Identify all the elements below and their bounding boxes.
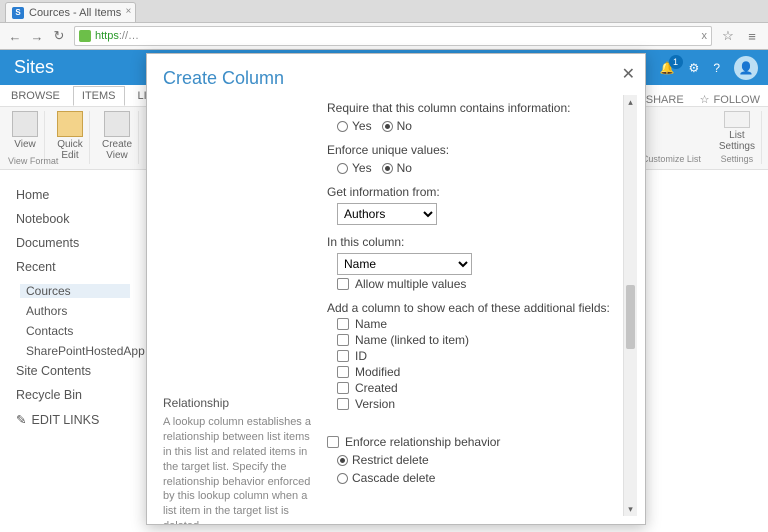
suite-right: 🔔 1 ⚙ ? 👤 [660,56,758,80]
nav-site-contents[interactable]: Site Contents [16,364,130,378]
tab-title: Cources - All Items [29,7,121,19]
nav-notebook[interactable]: Notebook [16,212,130,226]
nav-recycle[interactable]: Recycle Bin [16,388,130,402]
person-icon: 👤 [739,61,754,75]
nav-home[interactable]: Home [16,188,130,202]
scroll-up-icon[interactable]: ▴ [624,95,637,109]
require-info-label: Require that this column contains inform… [327,101,623,115]
nav-sphosted[interactable]: SharePointHostedApp [26,344,130,358]
new-tab-button[interactable] [140,4,154,18]
page-actions: ↗ SHARE ☆ FOLLOW [633,93,768,106]
nav-contacts[interactable]: Contacts [26,324,130,338]
field-version-checkbox[interactable] [337,398,349,410]
notification-count: 1 [669,55,683,69]
nav-documents[interactable]: Documents [16,236,130,250]
scroll-thumb[interactable] [626,285,635,349]
follow-button[interactable]: FOLLOW [714,94,760,106]
avatar[interactable]: 👤 [734,56,758,80]
left-nav: Home Notebook Documents Recent Cources A… [0,170,140,532]
suite-brand: Sites [14,57,54,78]
ribbon-tab-browse[interactable]: BROWSE [2,86,69,106]
follow-star-icon: ☆ [700,93,710,106]
lock-icon [79,30,91,42]
cascade-delete-radio[interactable]: Cascade delete [337,471,435,485]
forward-button[interactable]: → [30,29,44,44]
relationship-body: A lookup column establishes a relationsh… [163,415,313,524]
chrome-menu-icon[interactable]: ≡ [744,29,760,44]
dialog-close-button[interactable]: ✕ [622,64,635,84]
browser-tabstrip: S Cources - All Items × [0,0,768,22]
require-yes-radio[interactable]: Yes [337,119,372,133]
get-info-label: Get information from: [327,185,623,199]
quick-edit-icon [57,111,83,137]
close-tab-icon[interactable]: × [125,6,131,17]
ribbon-create-view[interactable]: Create View [96,111,139,164]
unique-no-radio[interactable]: No [382,161,412,175]
create-column-dialog: Create Column ✕ Relationship A lookup co… [146,53,646,525]
relationship-heading: Relationship [163,395,313,411]
field-created-checkbox[interactable] [337,382,349,394]
ribbon-customize-list: Customize List [636,111,707,164]
in-column-label: In this column: [327,235,623,249]
reload-button[interactable]: ↻ [52,28,66,44]
enforce-unique-label: Enforce unique values: [327,143,623,157]
enforce-relationship-checkbox[interactable] [327,436,339,448]
grid-icon [12,111,38,137]
list-settings-icon [724,111,750,128]
favicon-sharepoint-icon: S [12,7,24,19]
field-name-linked-checkbox[interactable] [337,334,349,346]
restrict-delete-radio[interactable]: Restrict delete [337,453,429,467]
settings-gear-icon[interactable]: ⚙ [689,61,700,75]
back-button[interactable]: ← [8,29,22,44]
field-modified-checkbox[interactable] [337,366,349,378]
ribbon-list-settings[interactable]: List Settings Settings [713,111,762,164]
notifications-button[interactable]: 🔔 1 [660,61,675,75]
url-rest: ://… [119,30,139,42]
add-fields-label: Add a column to show each of these addit… [327,301,623,315]
browser-toolbar: ← → ↻ https ://… x ☆ ≡ [0,22,768,50]
dialog-title: Create Column [147,54,645,95]
enforce-relationship-label: Enforce relationship behavior [345,435,500,449]
nav-authors[interactable]: Authors [26,304,130,318]
create-view-icon [104,111,130,137]
pencil-icon: ✎ [16,412,26,427]
field-id-checkbox[interactable] [337,350,349,362]
nav-cources[interactable]: Cources [20,284,130,298]
bookmark-star-icon[interactable]: ☆ [720,28,736,44]
dialog-form: Require that this column contains inform… [313,95,623,516]
url-protocol: https [95,30,119,42]
ribbon-tab-items[interactable]: ITEMS [73,86,125,106]
allow-multiple-label: Allow multiple values [355,277,466,291]
require-no-radio[interactable]: No [382,119,412,133]
scroll-down-icon[interactable]: ▾ [624,502,637,516]
address-bar[interactable]: https ://… x [74,26,712,46]
in-column-select[interactable]: Name [337,253,472,275]
clear-url-icon[interactable]: x [702,30,708,42]
browser-tab[interactable]: S Cources - All Items × [5,2,136,22]
help-button[interactable]: ? [713,61,720,75]
get-info-select[interactable]: Authors [337,203,437,225]
share-button[interactable]: SHARE [646,94,684,106]
nav-recent[interactable]: Recent [16,260,130,274]
field-name-checkbox[interactable] [337,318,349,330]
dialog-section-description: Relationship A lookup column establishes… [163,95,313,516]
allow-multiple-checkbox[interactable] [337,278,349,290]
nav-edit-links[interactable]: ✎ EDIT LINKS [16,412,130,427]
dialog-scrollbar[interactable]: ▴ ▾ [623,95,637,516]
unique-yes-radio[interactable]: Yes [337,161,372,175]
